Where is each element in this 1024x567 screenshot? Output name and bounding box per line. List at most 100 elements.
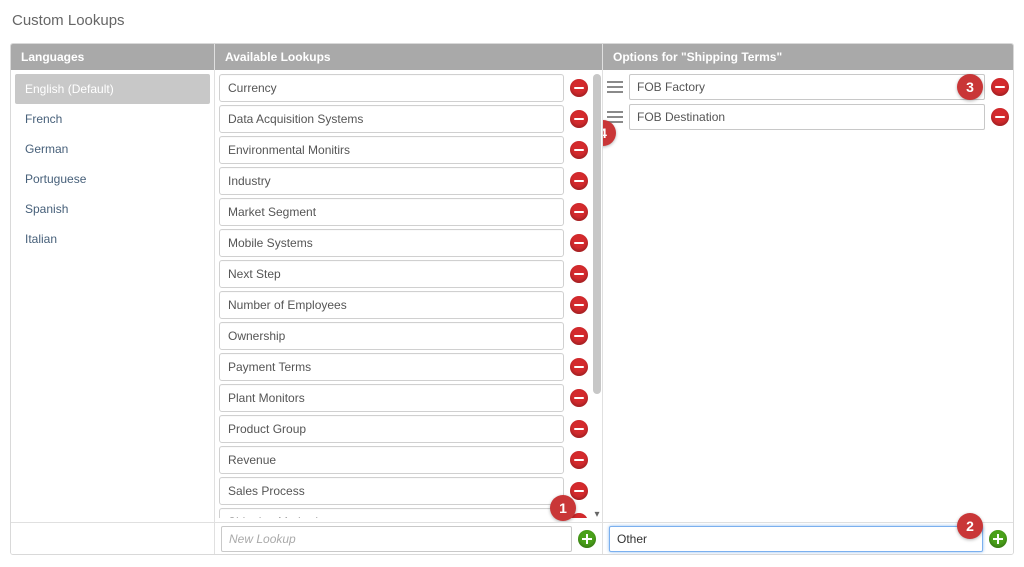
lookup-item[interactable]: Data Acquisition Systems: [219, 105, 564, 133]
minus-icon: [574, 459, 584, 462]
delete-lookup-button[interactable]: [570, 296, 588, 314]
lookup-item[interactable]: Number of Employees: [219, 291, 564, 319]
lookup-row: Plant Monitors: [219, 384, 588, 412]
lookup-row: Currency: [219, 74, 588, 102]
delete-lookup-button[interactable]: [570, 79, 588, 97]
footer-lang-cell: [11, 523, 215, 554]
minus-icon: [574, 490, 584, 493]
option-row: [607, 104, 1009, 130]
delete-lookup-button[interactable]: [570, 389, 588, 407]
lookup-item[interactable]: Product Group: [219, 415, 564, 443]
lookup-item[interactable]: Plant Monitors: [219, 384, 564, 412]
languages-header: Languages: [11, 44, 214, 70]
minus-icon: [574, 366, 584, 369]
lookup-item[interactable]: Revenue: [219, 446, 564, 474]
lookup-row: Revenue: [219, 446, 588, 474]
lookup-row: Sales Process: [219, 477, 588, 505]
lookups-header: Available Lookups: [215, 44, 602, 70]
lookup-item[interactable]: Industry: [219, 167, 564, 195]
lookup-container: Languages English (Default)FrenchGermanP…: [10, 43, 1014, 555]
lookup-row: Environmental Monitirs: [219, 136, 588, 164]
page-title: Custom Lookups: [12, 12, 1014, 29]
delete-lookup-button[interactable]: [570, 172, 588, 190]
lookup-item[interactable]: Payment Terms: [219, 353, 564, 381]
lookup-item[interactable]: Currency: [219, 74, 564, 102]
delete-lookup-button[interactable]: [570, 327, 588, 345]
delete-lookup-button[interactable]: [570, 265, 588, 283]
new-option-input[interactable]: [609, 526, 983, 552]
delete-option-button[interactable]: [991, 78, 1009, 96]
minus-icon: [574, 304, 584, 307]
lookup-item[interactable]: Sales Process: [219, 477, 564, 505]
minus-icon: [995, 86, 1005, 89]
delete-option-button[interactable]: [991, 108, 1009, 126]
delete-lookup-button[interactable]: [570, 420, 588, 438]
scrollbar-thumb[interactable]: [593, 74, 601, 394]
footer-lookups-cell: [215, 523, 603, 554]
annotation-3: 3: [957, 74, 983, 100]
options-body: 3 4: [603, 70, 1013, 522]
lookups-body: Currency Data Acquisition Systems Environm…: [215, 70, 602, 522]
delete-lookup-button[interactable]: [570, 141, 588, 159]
lookup-item[interactable]: Next Step: [219, 260, 564, 288]
plus-icon: [582, 534, 592, 544]
lookup-row: Payment Terms: [219, 353, 588, 381]
lookup-item[interactable]: Environmental Monitirs: [219, 136, 564, 164]
language-item[interactable]: Portuguese: [15, 164, 210, 194]
footer-options-cell: 2: [603, 523, 1013, 554]
lookup-item[interactable]: Ownership: [219, 322, 564, 350]
lookups-column: Available Lookups Currency Data Acquisiti…: [215, 44, 603, 522]
lookup-item[interactable]: Market Segment: [219, 198, 564, 226]
language-item[interactable]: French: [15, 104, 210, 134]
minus-icon: [574, 273, 584, 276]
minus-icon: [574, 118, 584, 121]
lookup-row: Mobile Systems: [219, 229, 588, 257]
lookup-row: Next Step: [219, 260, 588, 288]
delete-lookup-button[interactable]: [570, 482, 588, 500]
minus-icon: [574, 149, 584, 152]
minus-icon: [574, 242, 584, 245]
minus-icon: [574, 397, 584, 400]
annotation-2: 2: [957, 513, 983, 539]
delete-lookup-button[interactable]: [570, 234, 588, 252]
delete-lookup-button[interactable]: [570, 451, 588, 469]
lookup-row: Ownership: [219, 322, 588, 350]
lookup-item[interactable]: Shipping Method: [219, 508, 564, 518]
add-lookup-button[interactable]: [578, 530, 596, 548]
lookup-row: Industry: [219, 167, 588, 195]
option-input[interactable]: [629, 104, 985, 130]
minus-icon: [574, 87, 584, 90]
scrollbar[interactable]: ▾: [593, 74, 601, 518]
languages-body: English (Default)FrenchGermanPortugueseS…: [11, 70, 214, 522]
annotation-1: 1: [550, 495, 576, 521]
minus-icon: [574, 211, 584, 214]
delete-lookup-button[interactable]: [570, 110, 588, 128]
minus-icon: [574, 428, 584, 431]
lookup-row: Shipping Method: [219, 508, 588, 518]
language-item[interactable]: Italian: [15, 224, 210, 254]
option-row: [607, 74, 1009, 100]
minus-icon: [574, 335, 584, 338]
options-header: Options for "Shipping Terms": [603, 44, 1013, 70]
minus-icon: [574, 180, 584, 183]
languages-column: Languages English (Default)FrenchGermanP…: [11, 44, 215, 522]
option-input[interactable]: [629, 74, 985, 100]
footer-row: 2: [11, 522, 1013, 554]
language-item[interactable]: German: [15, 134, 210, 164]
lookup-item[interactable]: Mobile Systems: [219, 229, 564, 257]
options-column: Options for "Shipping Terms" 3 4: [603, 44, 1013, 522]
delete-lookup-button[interactable]: [570, 203, 588, 221]
lookup-row: Market Segment: [219, 198, 588, 226]
plus-icon: [993, 534, 1003, 544]
new-lookup-input[interactable]: [221, 526, 572, 552]
add-option-button[interactable]: [989, 530, 1007, 548]
language-item[interactable]: English (Default): [15, 74, 210, 104]
minus-icon: [995, 116, 1005, 119]
language-item[interactable]: Spanish: [15, 194, 210, 224]
lookup-row: Data Acquisition Systems: [219, 105, 588, 133]
lookup-row: Number of Employees: [219, 291, 588, 319]
delete-lookup-button[interactable]: [570, 358, 588, 376]
lookup-row: Product Group: [219, 415, 588, 443]
scrollbar-down-arrow[interactable]: ▾: [592, 509, 602, 519]
drag-handle-icon[interactable]: [607, 80, 623, 94]
